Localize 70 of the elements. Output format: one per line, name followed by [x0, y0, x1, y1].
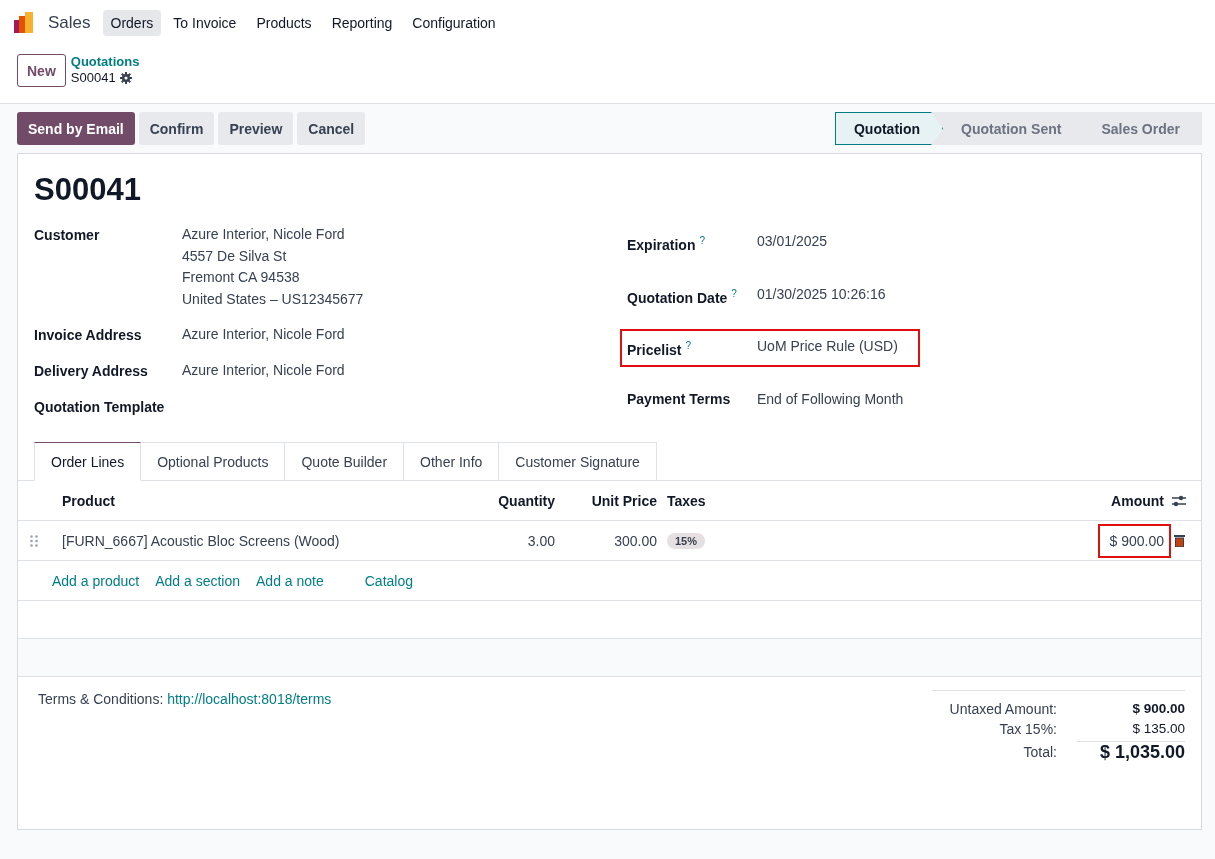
field-value[interactable]: 01/30/2025 10:26:16 [757, 282, 913, 309]
field-value: United States – US12345677 [182, 289, 365, 309]
tab[interactable]: Optional Products [141, 442, 286, 481]
action-button[interactable]: Confirm [138, 112, 215, 145]
table-cell-text: 300.00 [613, 532, 657, 549]
tax-tag: 15% [667, 532, 706, 549]
field-label: Invoice Address [34, 326, 143, 345]
field-label: Quotation Template [34, 398, 166, 417]
total-value: $ 1,035.00 [1077, 741, 1185, 763]
action-button[interactable]: Send by Email [17, 112, 135, 145]
help-mark[interactable]: ? [685, 340, 692, 352]
field-value: Azure Interior, Nicole Ford [182, 225, 346, 244]
record-name: S00041 [70, 70, 116, 86]
field-label: Delivery Address [34, 362, 149, 381]
column-header: Taxes [666, 492, 707, 509]
column-header: Quantity [497, 492, 555, 509]
total-label: Untaxed Amount: [948, 701, 1058, 717]
add-link[interactable]: Add a section [155, 572, 240, 589]
total-label: Total: [1022, 744, 1058, 760]
app-logo-icon [14, 12, 36, 34]
tab[interactable]: Order Lines [34, 442, 142, 481]
field-label: Payment Terms [627, 390, 731, 407]
field-value: 4557 De Silva St [182, 246, 288, 266]
column-header: Product [61, 492, 116, 509]
status-step[interactable]: Quotation Sent [943, 112, 1084, 145]
add-link[interactable]: Catalog [364, 572, 413, 589]
table-cell-text: [FURN_6667] Acoustic Bloc Screens (Wood) [61, 532, 341, 549]
action-button[interactable]: Preview [218, 112, 294, 145]
table-cell-text: 3.00 [526, 532, 555, 549]
field-label: Customer [34, 226, 101, 245]
new-button[interactable]: New [17, 54, 66, 87]
menu-item[interactable]: Configuration [404, 10, 504, 36]
terms-link[interactable]: http://localhost:8018/terms [167, 691, 332, 707]
field-value: Fremont CA 94538 [182, 268, 301, 287]
field-label: Expiration [627, 236, 696, 253]
menu-item[interactable]: Reporting [323, 10, 401, 36]
drag-handle-icon[interactable] [30, 534, 38, 547]
total-value: $ 135.00 [1131, 721, 1185, 737]
record-title: S00041 [34, 172, 142, 208]
column-header: Unit Price [590, 492, 657, 509]
status-step[interactable]: Sales Order [1083, 112, 1202, 145]
breadcrumb-link[interactable]: Quotations [70, 54, 140, 70]
menu-item[interactable]: Orders [102, 10, 162, 36]
status-step[interactable]: Quotation [834, 112, 944, 145]
table-cell: $ 900.00 [1097, 523, 1171, 558]
add-link[interactable]: Add a product [52, 572, 140, 589]
add-link[interactable]: Add a note [256, 572, 324, 589]
field-value[interactable]: 03/01/2025 [757, 230, 913, 256]
field-value[interactable]: End of Following Month [757, 387, 913, 410]
tab[interactable]: Other Info [404, 442, 500, 481]
action-button[interactable]: Cancel [297, 112, 366, 145]
menu-item[interactable]: Products [248, 10, 320, 36]
trash-icon[interactable] [1174, 534, 1185, 547]
field-value[interactable]: UoM Price Rule (USD) [757, 335, 913, 361]
tab[interactable]: Customer Signature [499, 442, 657, 481]
menu-item[interactable]: To Invoice [165, 10, 245, 36]
total-value: $ 900.00 [1131, 701, 1185, 717]
column-header: Amount [1110, 492, 1165, 509]
terms-text: Terms & Conditions: http://localhost:8018/terms [38, 691, 332, 709]
help-mark[interactable]: ? [699, 235, 706, 246]
help-mark[interactable]: ? [731, 287, 737, 299]
app-name[interactable]: Sales [48, 13, 91, 33]
sliders-icon[interactable] [1171, 493, 1187, 508]
field-value: Azure Interior, Nicole Ford [182, 325, 346, 344]
settings-icon[interactable] [119, 72, 132, 84]
field-label: Pricelist [627, 341, 682, 358]
field-label: Quotation Date [627, 289, 728, 306]
tab[interactable]: Quote Builder [285, 442, 405, 481]
total-label: Tax 15%: [998, 721, 1058, 737]
field-value: Azure Interior, Nicole Ford [182, 361, 346, 380]
